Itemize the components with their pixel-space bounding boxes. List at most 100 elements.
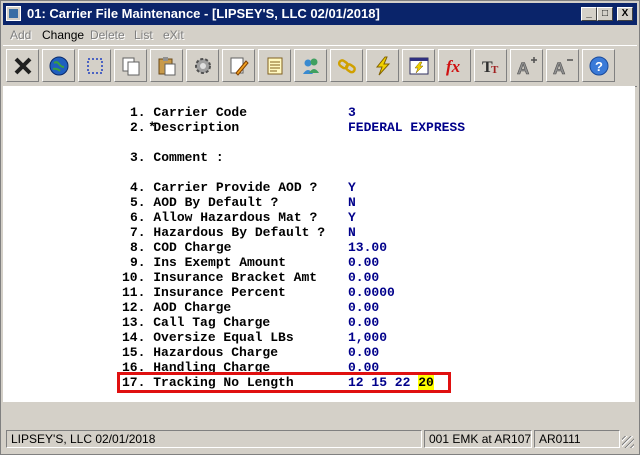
field-number: 6. xyxy=(130,210,146,225)
field-label-text: Hazardous By Default ? xyxy=(153,225,326,240)
field-label-text: Call Tag Charge xyxy=(153,315,271,330)
status-program: AR0111 xyxy=(534,430,620,448)
copy-icon[interactable] xyxy=(114,49,147,82)
maximize-button[interactable]: □ xyxy=(597,7,613,21)
cod-charge-value[interactable]: 13.00 xyxy=(348,240,387,255)
field-number: 4. xyxy=(130,180,146,195)
menu-delete[interactable]: Delete xyxy=(90,28,125,42)
field-number: 7. xyxy=(130,225,146,240)
field-label: 3. Comment : xyxy=(130,150,224,165)
svg-text:T: T xyxy=(491,64,499,76)
status-session: 001 EMK at AR107 xyxy=(424,430,532,448)
field-label: 12. AOD Charge xyxy=(122,300,231,315)
window-lightning-icon[interactable] xyxy=(402,49,435,82)
field-label-text: Allow Hazardous Mat ? xyxy=(153,210,318,225)
help-icon[interactable]: ? xyxy=(582,49,615,82)
edit-pencil-icon[interactable] xyxy=(222,49,255,82)
menu-change[interactable]: Change xyxy=(42,28,84,42)
settings-gear-icon[interactable] xyxy=(186,49,219,82)
menu-bar: Add Change Delete List eXit xyxy=(3,26,637,44)
function-fx-icon[interactable]: fx xyxy=(438,49,471,82)
hazardous-by-default-value[interactable]: N xyxy=(348,225,356,240)
aod-charge-value[interactable]: 0.00 xyxy=(348,300,379,315)
field-label-text: AOD By Default ? xyxy=(153,195,279,210)
lightning-icon[interactable] xyxy=(366,49,399,82)
link-chain-icon[interactable] xyxy=(330,49,363,82)
app-icon[interactable] xyxy=(6,6,21,21)
field-number: 9. xyxy=(130,255,146,270)
status-company: LIPSEY'S, LLC 02/01/2018 xyxy=(6,430,422,448)
toolbar: fx TT A A ? xyxy=(3,45,637,87)
field-label: 4. Carrier Provide AOD ? xyxy=(130,180,317,195)
field-label-text: Oversize Equal LBs xyxy=(153,330,294,345)
menu-add[interactable]: Add xyxy=(10,28,31,42)
exit-x-icon[interactable] xyxy=(6,49,39,82)
field-label: 6. Allow Hazardous Mat ? xyxy=(130,210,317,225)
menu-list[interactable]: List xyxy=(134,28,153,42)
increase-font-icon[interactable]: A xyxy=(510,49,543,82)
select-box-icon[interactable] xyxy=(78,49,111,82)
field-label: 13. Call Tag Charge xyxy=(122,315,270,330)
field-number: 11. xyxy=(122,285,146,300)
field-label-text: Insurance Bracket Amt xyxy=(153,270,318,285)
hazardous-charge-value[interactable]: 0.00 xyxy=(348,345,379,360)
field-label: 14. Oversize Equal LBs xyxy=(122,330,294,345)
field-number: 10. xyxy=(122,270,146,285)
field-label-text: Hazardous Charge xyxy=(153,345,279,360)
svg-text:A: A xyxy=(517,59,529,77)
field-number: 1. xyxy=(130,105,146,120)
field-number: 15. xyxy=(122,345,146,360)
status-bar: LIPSEY'S, LLC 02/01/2018 001 EMK at AR10… xyxy=(2,428,636,450)
field-label: 11. Insurance Percent xyxy=(122,285,286,300)
aod-by-default-value[interactable]: N xyxy=(348,195,356,210)
allow-hazardous-mat-value[interactable]: Y xyxy=(348,210,356,225)
field-label-text: COD Charge xyxy=(153,240,232,255)
field-label-text: Carrier Code xyxy=(153,105,248,120)
resize-grip[interactable] xyxy=(622,436,634,448)
window-title: 01: Carrier File Maintenance - [LIPSEY'S… xyxy=(27,6,380,21)
minimize-button[interactable]: _ xyxy=(581,7,597,21)
field-number: 13. xyxy=(122,315,146,330)
font-size-icon[interactable]: TT xyxy=(474,49,507,82)
svg-text:A: A xyxy=(553,59,565,77)
paste-icon[interactable] xyxy=(150,49,183,82)
field-number: 12. xyxy=(122,300,146,315)
field-label: 9. Ins Exempt Amount xyxy=(130,255,286,270)
field-label: 8. COD Charge xyxy=(130,240,231,255)
highlight-annotation xyxy=(117,372,451,393)
call-tag-charge-value[interactable]: 0.00 xyxy=(348,315,379,330)
field-number: 2. xyxy=(130,120,146,135)
field-label: 2. Description xyxy=(130,120,239,135)
field-label: 10. Insurance Bracket Amt xyxy=(122,270,317,285)
carrier-code-value[interactable]: 3 xyxy=(348,105,356,120)
oversize-equal-lbs-value[interactable]: 1,000 xyxy=(348,330,387,345)
insurance-bracket-amt-value[interactable]: 0.00 xyxy=(348,270,379,285)
field-label-text: Description xyxy=(153,120,240,135)
menu-exit[interactable]: eXit xyxy=(163,28,184,42)
users-icon[interactable] xyxy=(294,49,327,82)
close-button[interactable]: X xyxy=(617,7,633,21)
ins-exempt-amount-value[interactable]: 0.00 xyxy=(348,255,379,270)
svg-text:?: ? xyxy=(595,59,603,74)
field-label-text: Comment : xyxy=(153,150,224,165)
carrier-provide-aod-value[interactable]: Y xyxy=(348,180,356,195)
notes-icon[interactable] xyxy=(258,49,291,82)
field-label: 1. Carrier Code xyxy=(130,105,247,120)
decrease-font-icon[interactable]: A xyxy=(546,49,579,82)
field-label: 7. Hazardous By Default ? xyxy=(130,225,325,240)
description-value[interactable]: FEDERAL EXPRESS xyxy=(348,120,465,135)
field-number: 14. xyxy=(122,330,146,345)
globe-icon[interactable] xyxy=(42,49,75,82)
title-bar[interactable]: 01: Carrier File Maintenance - [LIPSEY'S… xyxy=(3,3,637,25)
field-number: 5. xyxy=(130,195,146,210)
field-label-text: Ins Exempt Amount xyxy=(153,255,287,270)
svg-text:fx: fx xyxy=(446,57,461,76)
form-area: * 1. Carrier Code 3 2. Description FEDER… xyxy=(3,86,635,402)
field-number: 3. xyxy=(130,150,146,165)
field-label-text: Carrier Provide AOD ? xyxy=(153,180,318,195)
field-label-text: Insurance Percent xyxy=(153,285,286,300)
insurance-percent-value[interactable]: 0.0000 xyxy=(348,285,395,300)
field-number: 8. xyxy=(130,240,146,255)
field-label: 15. Hazardous Charge xyxy=(122,345,278,360)
field-label-text: AOD Charge xyxy=(153,300,232,315)
